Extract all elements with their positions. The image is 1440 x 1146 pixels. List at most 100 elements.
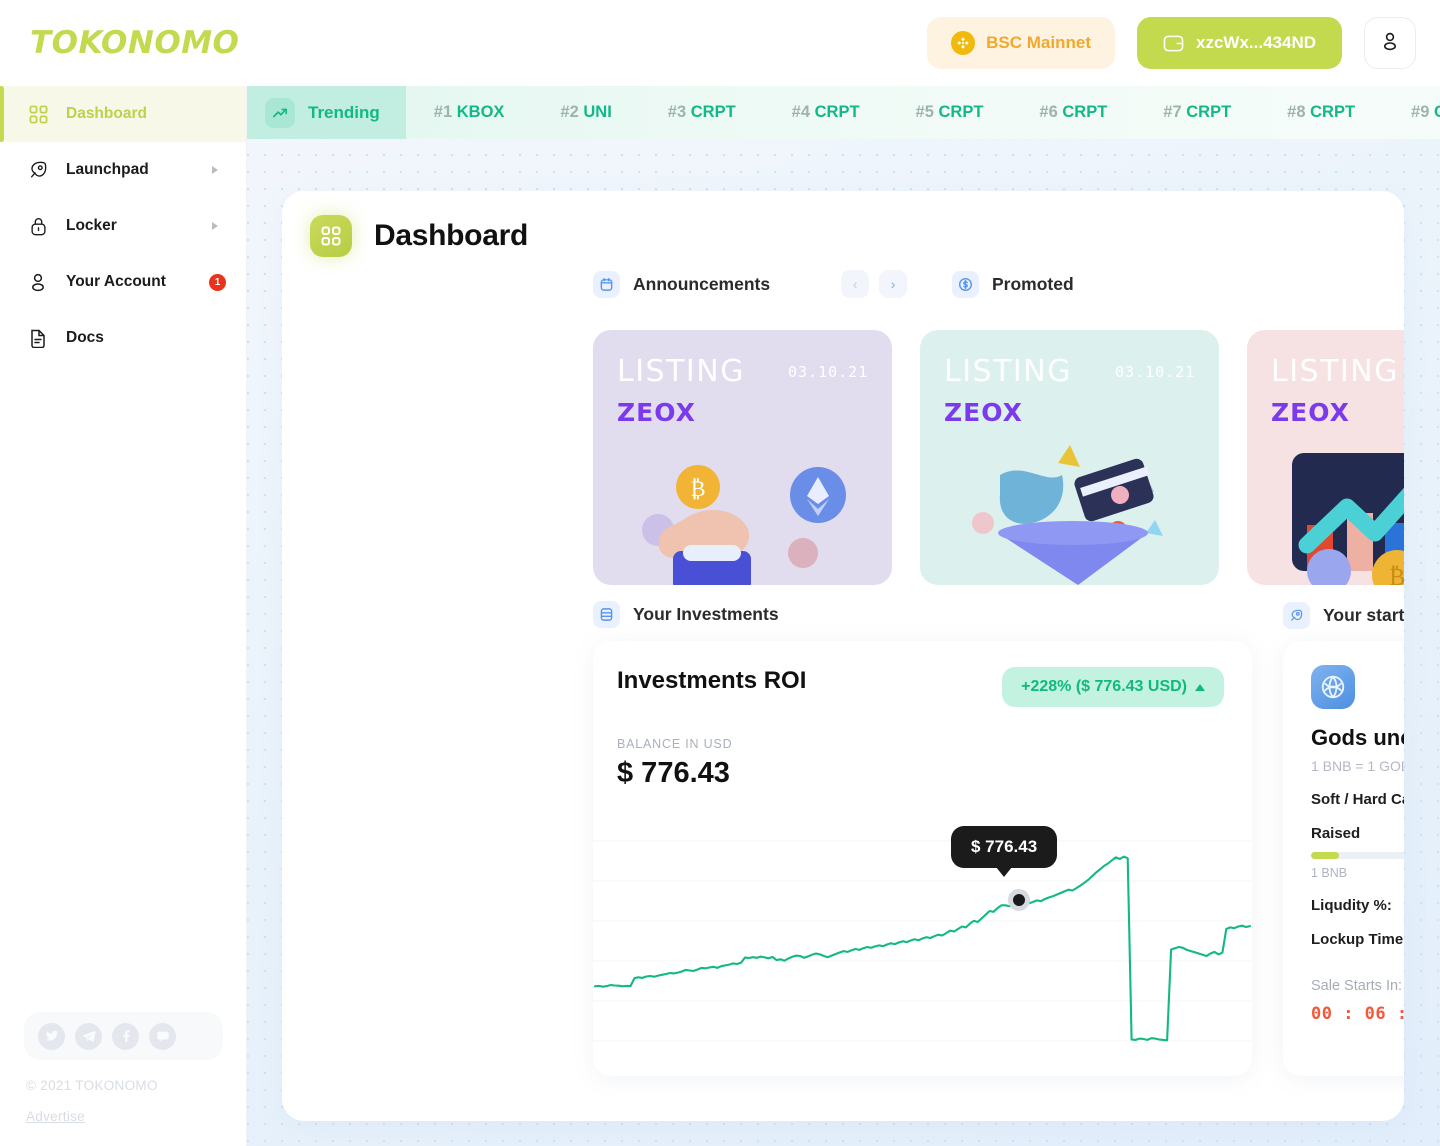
- chart-marker-dot[interactable]: [1008, 889, 1030, 911]
- trending-item[interactable]: #4 CRPT: [764, 103, 888, 122]
- ido-rate: 1 BNB = 1 GODS: [1311, 758, 1404, 774]
- sidebar-nav: Dashboard Launchpad Locker Your Account …: [0, 86, 246, 366]
- sale-timer-value: 00 : 06 : 32 : 53: [1311, 1004, 1404, 1024]
- listing-card-brand: ZEOX: [617, 398, 696, 427]
- top-header: TOKONOMO BSC Mainnet xzcWx...434ND: [0, 0, 1440, 86]
- sidebar-item-label: Launchpad: [66, 161, 149, 178]
- listing-card[interactable]: LISTING 03.10.21 ZEOX ₿: [593, 330, 892, 585]
- telegram-icon[interactable]: [75, 1022, 102, 1050]
- listing-card-brand: ZEOX: [944, 398, 1023, 427]
- header-actions: BSC Mainnet xzcWx...434ND: [927, 17, 1416, 69]
- trending-item[interactable]: #1 KBOX: [406, 103, 533, 122]
- trending-symbol: UNI: [583, 103, 612, 121]
- svg-text:₿: ₿: [690, 477, 705, 502]
- wallet-button[interactable]: xzcWx...434ND: [1137, 17, 1342, 69]
- roi-badge-label: +228% ($ 776.43 USD): [1021, 678, 1187, 695]
- trending-rank: #1: [433, 103, 453, 121]
- tab-trending-label: Trending: [308, 102, 380, 122]
- sidebar-item-label: Your Account: [66, 273, 166, 290]
- trending-rank: #9: [1411, 103, 1430, 121]
- announcements-next-button[interactable]: ›: [879, 270, 908, 298]
- sale-starts-label: Sale Starts In:: [1311, 978, 1403, 994]
- ido-row-lockup: Lockup Time: 400 000 minutes: [1311, 931, 1404, 948]
- promoted-title: Promoted: [952, 270, 1074, 298]
- trending-rank: #7: [1163, 103, 1182, 121]
- grid-icon: [27, 103, 49, 125]
- ido-row-key: Lockup Time:: [1311, 931, 1404, 948]
- sidebar-item-your-account[interactable]: Your Account 1: [0, 254, 246, 310]
- rocket-icon: [1283, 601, 1310, 629]
- listing-card-brand: ZEOX: [1271, 398, 1350, 427]
- announcements-arrows: ‹ ›: [841, 270, 908, 298]
- ido-row-key: Liqudity %:: [1311, 897, 1392, 914]
- network-selector[interactable]: BSC Mainnet: [927, 17, 1115, 69]
- app-logo[interactable]: TOKONOMO: [30, 25, 239, 61]
- sidebar-item-locker[interactable]: Locker: [0, 198, 246, 254]
- sidebar-item-dashboard[interactable]: Dashboard: [0, 86, 246, 142]
- idos-header: Your starter IDOs ‹ ›: [1283, 601, 1404, 629]
- funnel-money-illustration: [972, 445, 1163, 585]
- chart-tooltip: $ 776.43: [951, 826, 1058, 868]
- ido-name: Gods unchained: [1311, 725, 1404, 750]
- trend-up-icon: [265, 97, 295, 128]
- listing-card-title: LISTING: [944, 354, 1072, 389]
- ido-card-header: Upcoming: [1311, 665, 1404, 709]
- sidebar-item-label: Docs: [66, 329, 104, 346]
- balance-label: BALANCE IN USD: [617, 737, 733, 751]
- ido-row-softhardcap: Soft / Hard Cap: 1 BNB – 2 BNB: [1311, 791, 1404, 808]
- progress-min-label: 1 BNB: [1311, 866, 1348, 880]
- advertise-link[interactable]: Advertise: [0, 1109, 247, 1124]
- listing-card-title: LISTING: [1271, 354, 1399, 389]
- bnb-icon: [951, 31, 976, 55]
- chart-tooltip-value: $ 776.43: [971, 837, 1038, 856]
- trending-rank: #4: [791, 103, 811, 121]
- trending-item[interactable]: #5 CRPT: [888, 103, 1012, 122]
- trending-rank: #6: [1039, 103, 1058, 121]
- chart-arrow-illustration: ₿: [1292, 453, 1404, 585]
- discord-icon[interactable]: [149, 1022, 176, 1050]
- ido-row-key: Raised: [1311, 825, 1361, 842]
- trending-rank: #2: [560, 103, 579, 121]
- trending-item[interactable]: #2 UNI: [532, 103, 639, 122]
- user-icon: [27, 271, 49, 293]
- sidebar-footer: © 2021 TOKONOMO Advertise: [0, 1012, 247, 1146]
- roi-chart-svg: [593, 840, 1252, 1042]
- idos-title: Your starter IDOs: [1283, 601, 1404, 629]
- grid-icon: [310, 215, 352, 257]
- announcements-prev-button[interactable]: ‹: [841, 270, 870, 298]
- investments-card-title: Investments ROI: [617, 667, 807, 694]
- wallet-icon: [1163, 34, 1184, 53]
- sidebar-item-docs[interactable]: Docs: [0, 310, 246, 366]
- announcements-label: Announcements: [633, 273, 771, 294]
- trending-item[interactable]: #8 CRPT: [1259, 103, 1383, 122]
- trending-item[interactable]: #7 CRPT: [1135, 103, 1259, 122]
- roi-badge: +228% ($ 776.43 USD): [1002, 667, 1224, 707]
- facebook-icon[interactable]: [112, 1022, 139, 1050]
- trending-bar: Trending #1 KBOX #2 UNI #3 CRPT #4 CRPT …: [247, 86, 1440, 139]
- main-content: Trending #1 KBOX #2 UNI #3 CRPT #4 CRPT …: [247, 86, 1440, 1146]
- status-badge: 1: [209, 273, 226, 291]
- trending-item[interactable]: #9 CRYPT: [1383, 103, 1440, 122]
- trending-item[interactable]: #3 CRPT: [640, 103, 764, 122]
- listing-card-date: 03.10.21: [1115, 363, 1196, 381]
- listing-card-date: 03.10.21: [788, 363, 869, 381]
- page-title: Dashboard: [374, 219, 528, 252]
- user-icon: [1381, 31, 1399, 56]
- listing-card[interactable]: LISTING 03.10.21 ZEOX ₿: [1247, 330, 1404, 585]
- trending-item[interactable]: #6 CRPT: [1011, 103, 1135, 122]
- roi-chart[interactable]: $ 776.43: [593, 811, 1252, 1076]
- trending-rank: #3: [667, 103, 687, 121]
- ido-card-footer: Sale Starts In: 00 : 06 : 32 : 53 View P…: [1311, 974, 1404, 1024]
- profile-button[interactable]: [1364, 17, 1416, 69]
- chevron-right-icon: [212, 166, 218, 174]
- trending-rank: #5: [915, 103, 934, 121]
- trending-symbol: CRPT: [814, 103, 860, 121]
- listing-cards-row: LISTING 03.10.21 ZEOX ₿ LISTING 03.10.21…: [593, 330, 1404, 585]
- sidebar-item-launchpad[interactable]: Launchpad: [0, 142, 246, 198]
- listing-card[interactable]: LISTING 03.10.21 ZEOX: [920, 330, 1219, 585]
- twitter-icon[interactable]: [38, 1022, 65, 1050]
- network-label: BSC Mainnet: [986, 33, 1091, 52]
- idos-label: Your starter IDOs: [1323, 604, 1404, 625]
- tab-trending[interactable]: Trending: [247, 86, 406, 139]
- trending-symbol: CRPT: [1062, 103, 1108, 121]
